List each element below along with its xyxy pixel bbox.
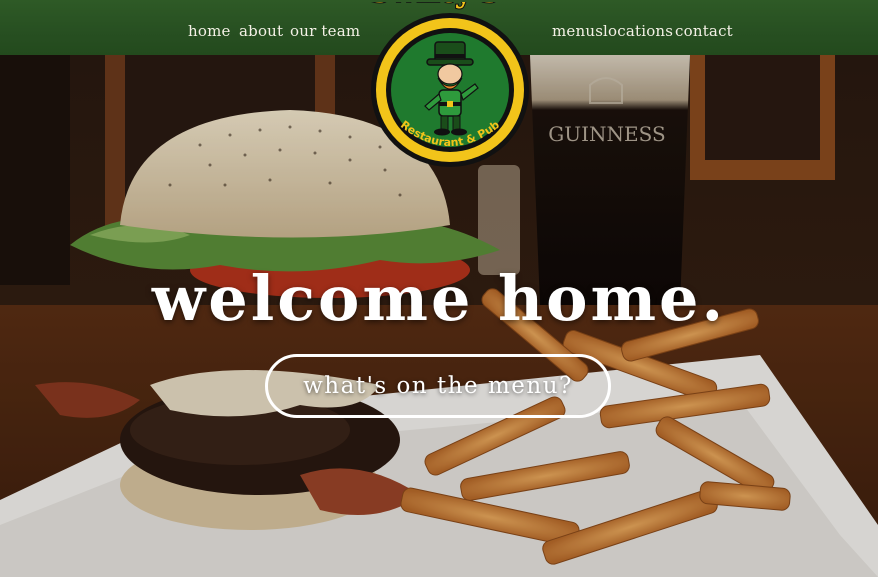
nav-link-menus[interactable]: menus (552, 22, 603, 40)
nav-link-our-team[interactable]: our team (290, 22, 360, 40)
nav-link-contact[interactable]: contact (675, 22, 733, 40)
menu-cta-button[interactable]: what's on the menu? (265, 354, 611, 418)
nav-link-about[interactable]: about (239, 22, 283, 40)
logo-name-text: Swifty's (369, 2, 498, 10)
logo-graphic: Swifty's Restaurant & Pub (368, 0, 529, 167)
nav-link-locations[interactable]: locations (603, 22, 673, 40)
hero-headline: welcome home. (151, 262, 727, 335)
swiftys-logo[interactable]: Swifty's Restaurant & Pub (368, 0, 531, 168)
nav-link-home[interactable]: home (188, 22, 231, 40)
